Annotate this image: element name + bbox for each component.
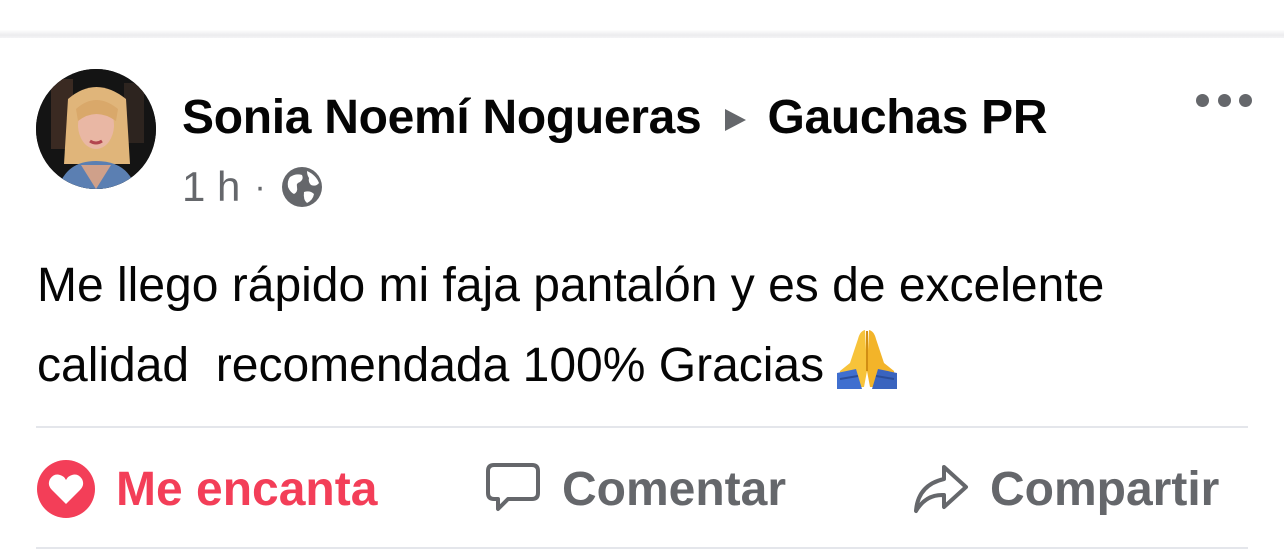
post-body: Me llego rápido mi faja pantalón y es de…	[37, 246, 1257, 406]
meta-separator: ·	[254, 167, 266, 206]
share-button[interactable]: Compartir	[912, 430, 1219, 548]
group-name[interactable]: Gauchas PR	[767, 90, 1047, 145]
comment-bubble-icon	[486, 463, 540, 511]
post-meta: 1 h ·	[182, 162, 324, 212]
globe-icon[interactable]	[280, 165, 324, 209]
share-arrow-icon	[914, 465, 968, 513]
divider-top	[36, 426, 1248, 428]
divider-bottom	[36, 547, 1248, 549]
author-name[interactable]: Sonia Noemí Nogueras	[182, 90, 702, 145]
more-dot-icon	[1239, 93, 1252, 107]
post-header-title: Sonia Noemí Nogueras Gauchas PR	[182, 88, 1048, 146]
post-timestamp[interactable]: 1 h	[182, 163, 240, 211]
right-arrow-icon	[725, 109, 747, 131]
comment-button[interactable]: Comentar	[484, 430, 786, 548]
love-reaction-button[interactable]: Me encanta	[36, 430, 377, 548]
avatar[interactable]	[36, 69, 156, 189]
share-label: Compartir	[990, 462, 1220, 516]
post-text: Me llego rápido mi faja pantalón y es de…	[37, 259, 1118, 392]
post-card: Sonia Noemí Nogueras Gauchas PR 1 h · Me…	[0, 0, 1284, 552]
folded-hands-emoji-icon	[837, 330, 898, 389]
heart-icon	[37, 460, 95, 518]
more-options-button[interactable]	[1196, 86, 1252, 114]
top-bar-shadow	[0, 0, 1284, 38]
action-bar: Me encanta Comentar Compartir	[0, 430, 1284, 548]
comment-label: Comentar	[562, 462, 787, 516]
love-label: Me encanta	[116, 462, 378, 516]
more-dot-icon	[1196, 93, 1209, 107]
more-dot-icon	[1217, 93, 1231, 107]
